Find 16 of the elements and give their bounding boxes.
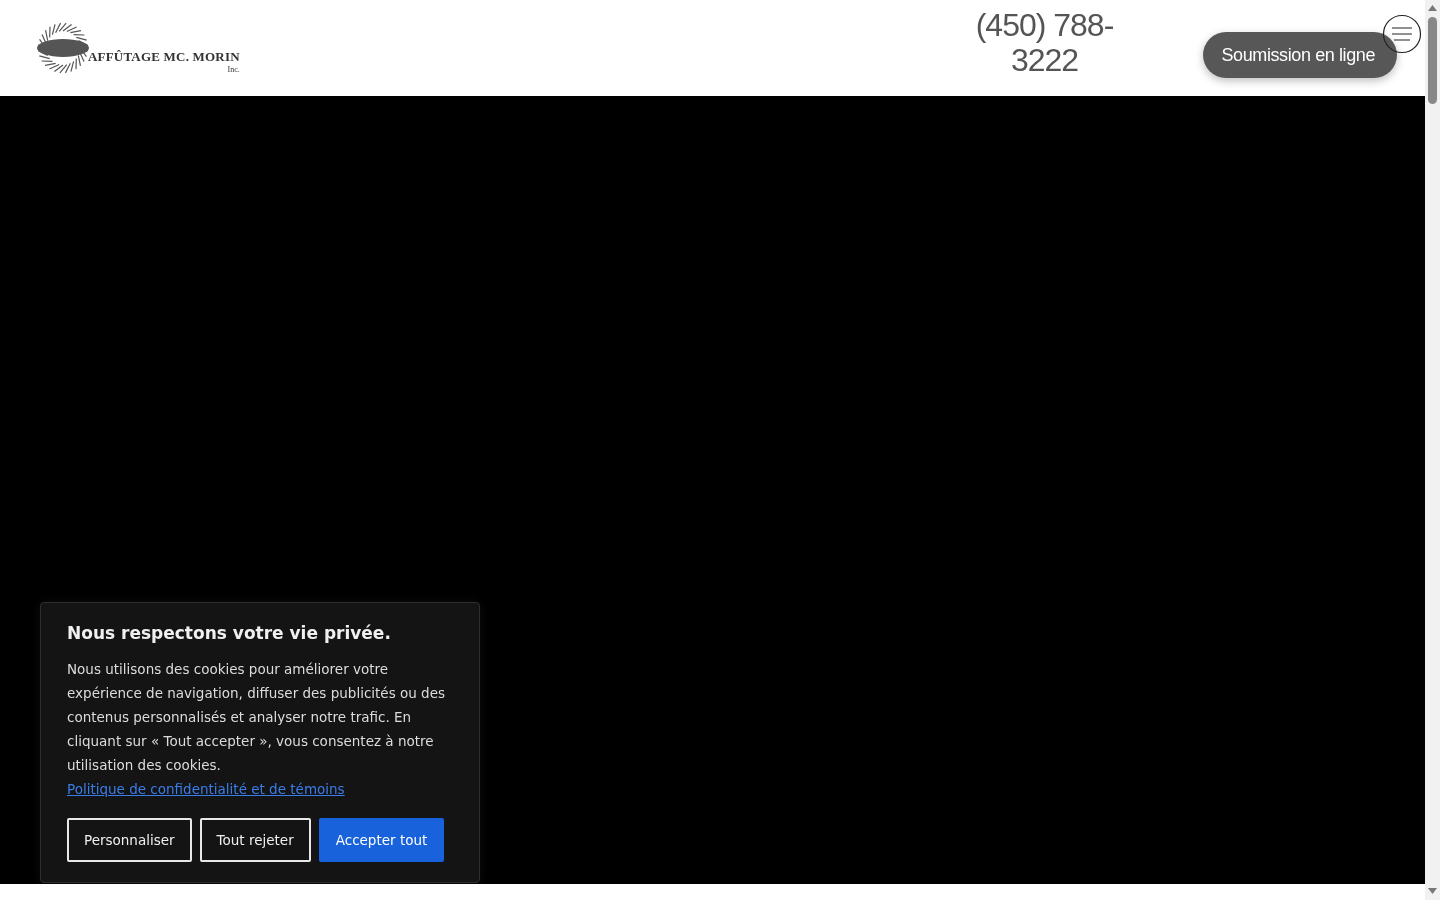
- logo-icon: [36, 22, 90, 74]
- logo-suffix: Inc.: [227, 65, 240, 74]
- scrollbar-thumb[interactable]: [1428, 17, 1437, 104]
- phone-number[interactable]: (450) 788- 3222: [954, 8, 1135, 78]
- cookie-button[interactable]: Accepter tout: [318, 818, 445, 862]
- quote-button[interactable]: Soumission en ligne: [1202, 32, 1397, 78]
- scroll-down-icon[interactable]: [1428, 888, 1437, 894]
- scroll-up-icon[interactable]: [1428, 5, 1437, 11]
- cookie-text: Nous utilisons des cookies pour améliorer votre expérience de navigation, diffuser des publicités ou des contenus personnalisés et analyser notre trafic. En cliquant sur « Tout accepter », vous consentez à notre utilisation des cookies. Politique de confidentialité et de témoins: [67, 660, 446, 799]
- scrollbar[interactable]: [1425, 0, 1440, 900]
- cookie-title: Nous respectons votre vie privée.: [67, 623, 392, 643]
- privacy-link[interactable]: Politique de confidentialité et de témoins: [67, 781, 345, 797]
- cookie-button[interactable]: Personnaliser: [67, 818, 192, 862]
- cookie-button[interactable]: Tout rejeter: [199, 818, 311, 862]
- logo-name: AFFÛTAGE MC. MORIN: [88, 49, 240, 65]
- menu-icon[interactable]: [1382, 14, 1422, 54]
